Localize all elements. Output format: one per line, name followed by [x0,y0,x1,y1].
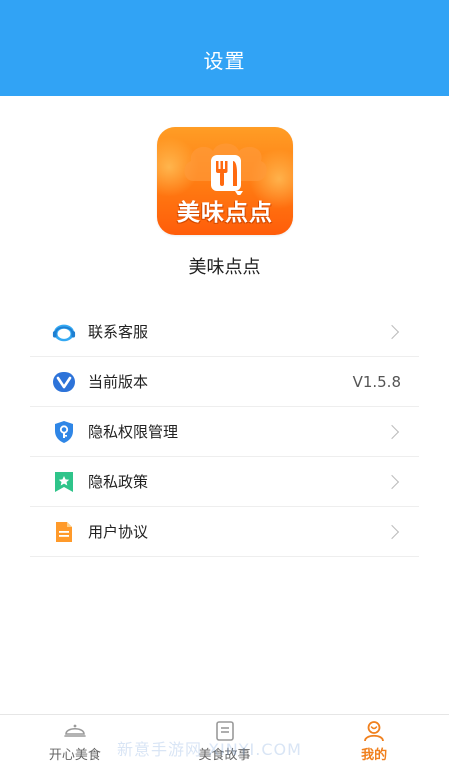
tab-label: 开心美食 [48,748,101,763]
top-bar: 设置 [0,0,449,96]
logo-wordmark: 美味点点 [177,200,273,226]
menu-item-right: V1.5.8 [353,357,401,406]
tab-label: 美食故事 [198,748,251,763]
menu-item-customer-service[interactable]: 联系客服 [30,307,419,357]
version-icon [52,370,76,394]
chef-hat-icon [184,143,267,195]
menu-item-label: 用户协议 [88,523,149,541]
app-name: 美味点点 [188,257,261,278]
version-value: V1.5.8 [352,372,401,391]
menu-item-privacy-permissions[interactable]: 隐私权限管理 [30,407,419,457]
bottom-tab-bar: 开心美食 美食故事 我的 [0,714,449,768]
menu-item-version[interactable]: 当前版本 V1.5.8 [30,357,419,407]
menu-item-label: 隐私权限管理 [88,423,179,441]
document-icon [52,520,76,544]
tab-label: 我的 [361,748,388,763]
menu-item-right [384,307,401,356]
menu-item-user-agreement[interactable]: 用户协议 [30,507,419,557]
story-icon [215,721,234,741]
chevron-right-icon [384,524,400,539]
page-title: 设置 [203,49,246,73]
menu-item-right [384,457,401,506]
tab-home[interactable]: 开心美食 [0,715,150,768]
menu-item-right [384,507,401,556]
chevron-right-icon [384,424,400,439]
app-logo: 美味点点 [157,127,293,235]
home-icon [64,724,86,737]
policy-icon [52,470,76,494]
chevron-right-icon [384,474,400,489]
tab-story[interactable]: 美食故事 [150,715,300,768]
profile-icon [364,721,385,742]
menu-item-label: 隐私政策 [88,473,149,491]
settings-menu: 联系客服 当前版本 V1.5.8 隐私权限管理 隐私政策 用户协议 [30,307,419,557]
menu-item-privacy-policy[interactable]: 隐私政策 [30,457,419,507]
menu-item-label: 当前版本 [88,373,149,391]
menu-item-label: 联系客服 [88,323,149,341]
tab-profile[interactable]: 我的 [299,715,449,768]
menu-item-right [384,407,401,456]
privacy-shield-icon [52,420,76,444]
customer-service-icon [52,320,76,344]
chevron-right-icon [384,324,400,339]
